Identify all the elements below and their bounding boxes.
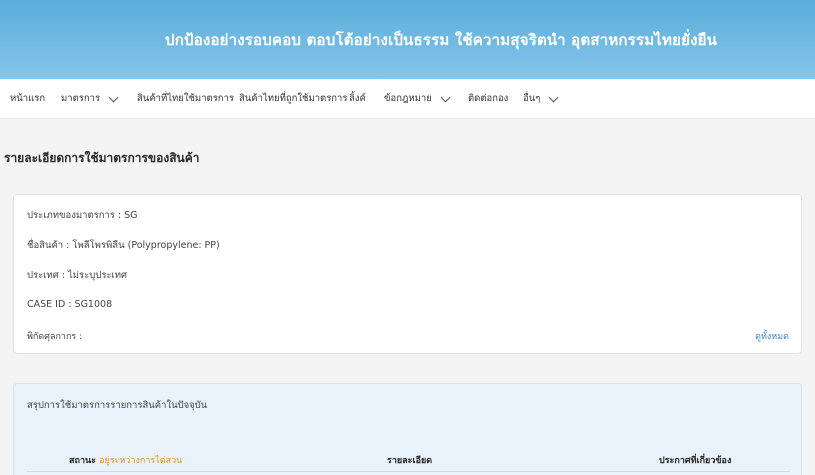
nav-laws[interactable]: ข้อกฎหมาย [384,79,451,119]
case-id: CASE ID : SG1008 [27,299,113,310]
header-banner: ปกป้องอย่างรอบคอบ ตอบโต้อย่างเป็นธรรม ใช… [0,0,815,79]
column-status[interactable]: สถานะ อยู่ระหว่างการไต่สวน [69,453,182,467]
summary-title: สรุปการใช้มาตรการรายการสินค้าในปัจจุบัน [27,400,208,411]
nav-others-label: อื่นๆ [523,93,541,104]
page-title: รายละเอียดการใช้มาตรการของสินค้า [4,151,200,165]
measure-summary-panel: สรุปการใช้มาตรการรายการสินค้าในปัจจุบัน … [13,383,802,475]
see-all-link[interactable]: ดูทั้งหมด [755,329,789,343]
nav-home[interactable]: หน้าแรก [10,79,45,119]
banner-slogan: ปกป้องอย่างรอบคอบ ตอบโต้อย่างเป็นธรรม ใช… [165,31,718,49]
nav-links[interactable]: ลิ้งค์ [349,79,366,119]
nav-thai-goods-subjected[interactable]: สินค้าไทยที่ถูกใช้มาตรการ [239,79,348,119]
nav-measures-label: มาตรการ [61,93,101,104]
nav-measures[interactable]: มาตรการ [61,79,119,119]
nav-thai-goods-applying[interactable]: สินค้าที่ไทยใช้มาตรการ [137,79,234,119]
country: ประเทศ : ไม่ระบุประเทศ [27,270,128,281]
chevron-down-icon [548,92,559,102]
measure-type: ประเภทของมาตรการ : SG [27,210,138,221]
status-label: สถานะ [69,456,96,466]
column-details[interactable]: รายละเอียด [387,453,432,467]
nav-contact-label: ติดต่อกอง [468,93,509,104]
status-value: อยู่ระหว่างการไต่สวน [99,456,183,466]
nav-thai-goods-applying-label: สินค้าที่ไทยใช้มาตรการ [137,93,234,104]
column-announcements[interactable]: ประกาศที่เกี่ยวข้อง [659,453,731,467]
nav-thai-goods-subjected-label: สินค้าไทยที่ถูกใช้มาตรการ [239,93,348,104]
nav-others[interactable]: อื่นๆ [523,79,559,119]
chevron-down-icon [108,92,119,102]
nav-links-label: ลิ้งค์ [349,93,366,104]
nav-home-label: หน้าแรก [10,93,46,104]
nav-contact[interactable]: ติดต่อกอง [468,79,508,119]
tariff-code: พิกัดศุลกากร : [27,332,83,342]
chevron-down-icon [440,92,451,102]
product-name: ชื่อสินค้า : โพลีโพรพิลีน (Polypropylene… [27,240,220,251]
product-details-card: ประเภทของมาตรการ : SG ชื่อสินค้า : โพลีโ… [13,194,802,354]
table-header-divider [27,471,790,472]
main-navbar: หน้าแรก มาตรการ สินค้าที่ไทยใช้มาตรการ ส… [0,79,815,119]
nav-laws-label: ข้อกฎหมาย [384,93,432,104]
